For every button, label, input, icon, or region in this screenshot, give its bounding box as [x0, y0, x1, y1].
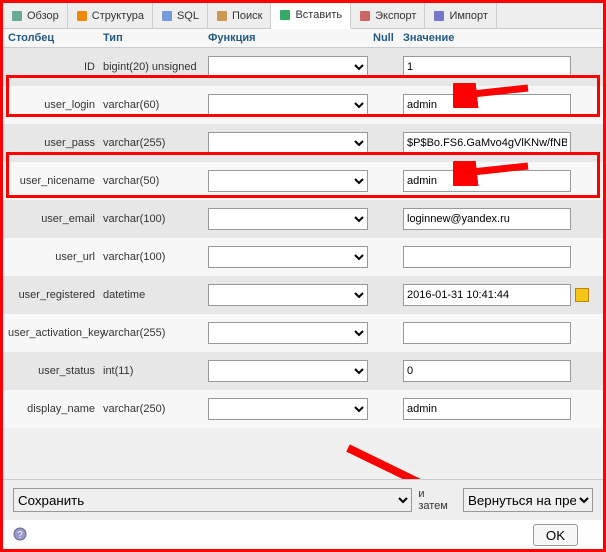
tab-Структура[interactable]: Структура [68, 3, 153, 28]
value-input-user_email[interactable] [403, 208, 571, 230]
col-type: varchar(255) [103, 327, 208, 339]
col-type: varchar(50) [103, 175, 208, 187]
col-type: int(11) [103, 365, 208, 377]
function-select[interactable] [208, 322, 368, 344]
row-user_activation_key: user_activation_keyvarchar(255) [3, 314, 603, 352]
tab-Обзор[interactable]: Обзор [3, 3, 68, 28]
row-user_nicename: user_nicenamevarchar(50) [3, 162, 603, 200]
col-type: bigint(20) unsigned [103, 61, 208, 73]
value-input-user_login[interactable] [403, 94, 571, 116]
row-user_url: user_urlvarchar(100) [3, 238, 603, 276]
then-label: и затем [418, 488, 457, 512]
value-input-user_activation_key[interactable] [403, 322, 571, 344]
value-input-user_registered[interactable] [403, 284, 571, 306]
row-user_email: user_emailvarchar(100) [3, 200, 603, 238]
col-name: user_nicename [8, 175, 103, 187]
save-select[interactable]: Сохранить [13, 488, 412, 512]
col-name: user_url [8, 251, 103, 263]
function-select[interactable] [208, 132, 368, 154]
function-select[interactable] [208, 360, 368, 382]
tab-SQL[interactable]: SQL [153, 3, 208, 28]
tab-Экспорт[interactable]: Экспорт [351, 3, 425, 28]
function-select[interactable] [208, 56, 368, 78]
help-icon[interactable]: ? [13, 527, 533, 544]
value-input-user_nicename[interactable] [403, 170, 571, 192]
header-column: Столбец [8, 32, 103, 44]
tab-Поиск[interactable]: Поиск [208, 3, 271, 28]
function-select[interactable] [208, 170, 368, 192]
col-type: varchar(250) [103, 403, 208, 415]
function-select[interactable] [208, 208, 368, 230]
row-user_registered: user_registereddatetime [3, 276, 603, 314]
back-select[interactable]: Вернуться на предыдущу [463, 488, 593, 512]
col-name: user_registered [8, 289, 103, 301]
header-row: Столбец Тип Функция Null Значение [3, 29, 603, 48]
function-select[interactable] [208, 246, 368, 268]
ok-button[interactable]: OK [533, 524, 578, 546]
col-type: varchar(255) [103, 137, 208, 149]
value-input-user_pass[interactable] [403, 132, 571, 154]
footer: Сохранить и затем Вернуться на предыдущу… [3, 479, 603, 549]
header-function: Функция [208, 32, 373, 44]
row-user_pass: user_passvarchar(255) [3, 124, 603, 162]
row-ID: IDbigint(20) unsigned [3, 48, 603, 86]
value-input-user_url[interactable] [403, 246, 571, 268]
rows-container: IDbigint(20) unsigneduser_loginvarchar(6… [3, 48, 603, 428]
col-name: display_name [8, 403, 103, 415]
function-select[interactable] [208, 398, 368, 420]
col-type: varchar(100) [103, 213, 208, 225]
function-select[interactable] [208, 94, 368, 116]
value-input-ID[interactable] [403, 56, 571, 78]
col-name: user_email [8, 213, 103, 225]
header-type: Тип [103, 32, 208, 44]
row-display_name: display_namevarchar(250) [3, 390, 603, 428]
calendar-icon[interactable] [575, 288, 589, 302]
svg-text:?: ? [17, 530, 23, 541]
value-input-display_name[interactable] [403, 398, 571, 420]
tab-bar: ОбзорСтруктураSQLПоискВставитьЭкспортИмп… [3, 3, 603, 29]
tab-Вставить[interactable]: Вставить [271, 3, 351, 29]
tab-Импорт[interactable]: Импорт [425, 3, 496, 28]
col-name: ID [8, 61, 103, 73]
col-name: user_pass [8, 137, 103, 149]
value-input-user_status[interactable] [403, 360, 571, 382]
col-name: user_status [8, 365, 103, 377]
col-type: datetime [103, 289, 208, 301]
col-name: user_activation_key [8, 327, 103, 339]
header-null: Null [373, 32, 403, 44]
row-user_login: user_loginvarchar(60) [3, 86, 603, 124]
row-user_status: user_statusint(11) [3, 352, 603, 390]
col-type: varchar(60) [103, 99, 208, 111]
header-value: Значение [403, 32, 603, 44]
function-select[interactable] [208, 284, 368, 306]
col-type: varchar(100) [103, 251, 208, 263]
col-name: user_login [8, 99, 103, 111]
